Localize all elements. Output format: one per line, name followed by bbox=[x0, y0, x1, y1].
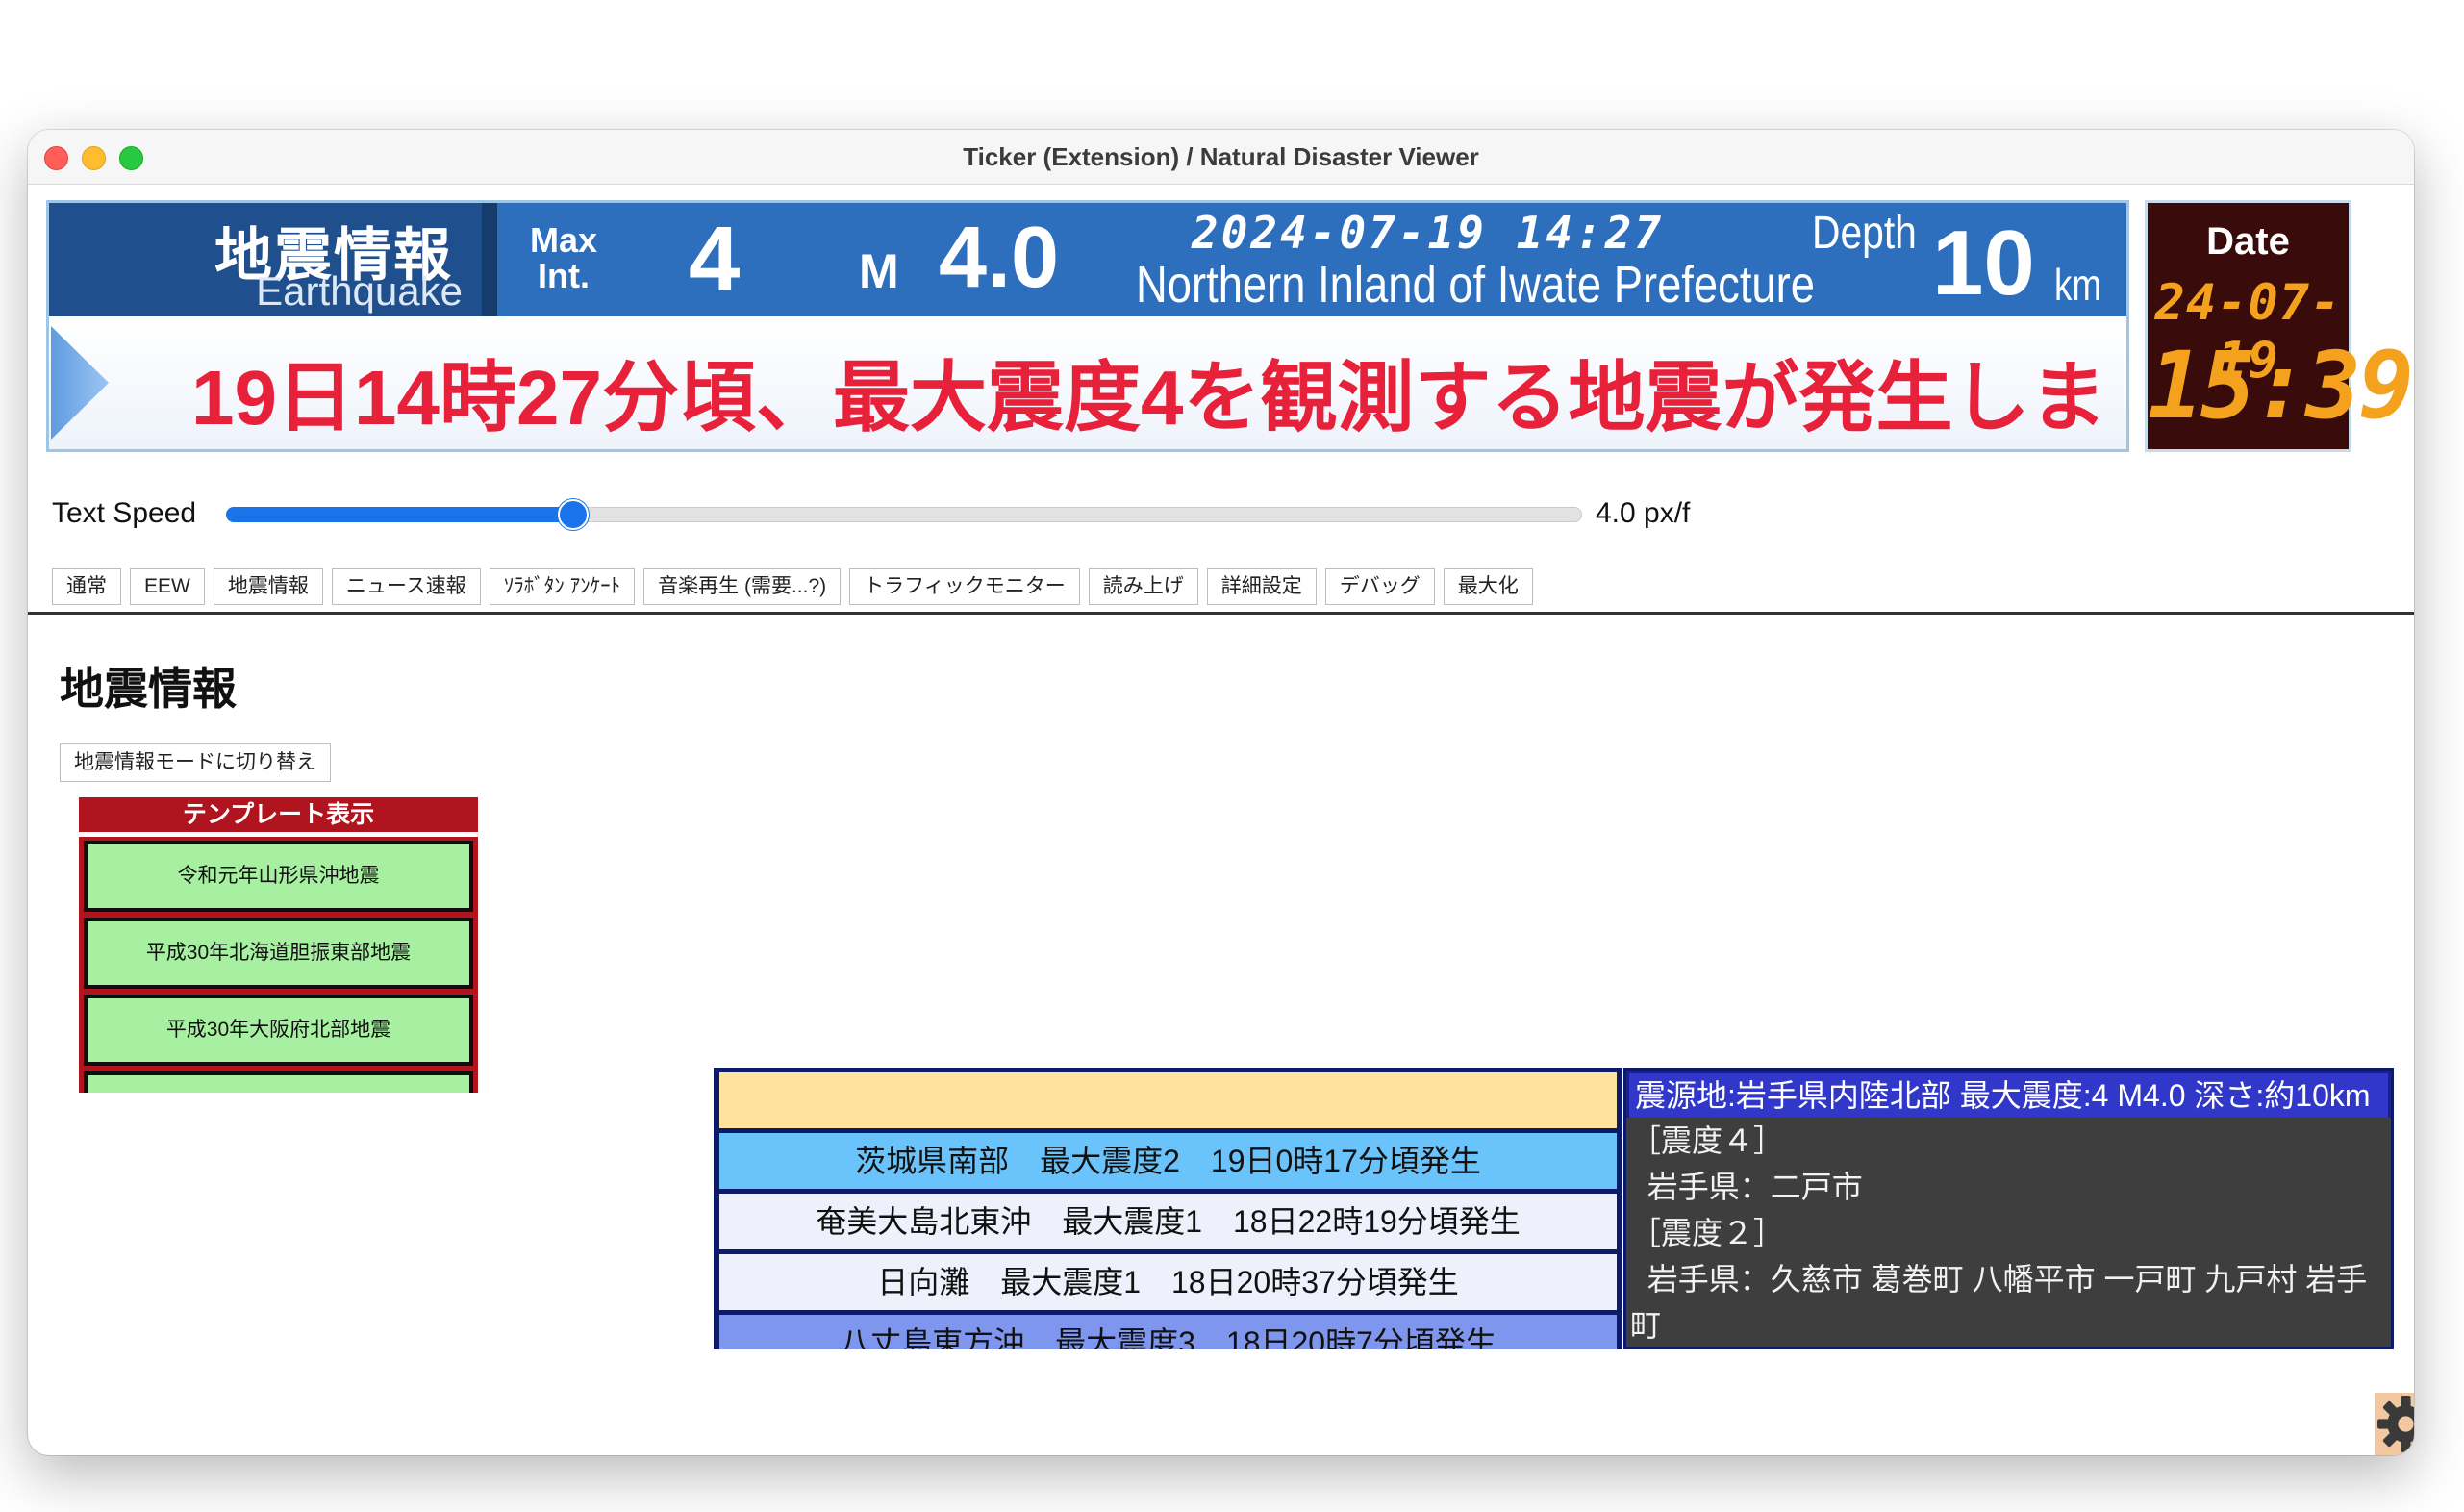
quake-list-item[interactable] bbox=[719, 1072, 1617, 1128]
app-window: Ticker (Extension) / Natural Disaster Vi… bbox=[28, 130, 2414, 1455]
depth-unit: km bbox=[2054, 260, 2102, 310]
magnitude-label: M bbox=[859, 244, 899, 298]
max-intensity-label-line1: Max bbox=[530, 220, 598, 260]
quake-detail-line: ［震度２］ bbox=[1630, 1216, 1785, 1250]
quake-detail-panel: 震源地:岩手県内陸北部 最大震度:4 M4.0 深さ:約10km ［震度４］ 岩… bbox=[1623, 1068, 2394, 1349]
earthquake-ticker: 地震情報 Earthquake Information Max Int. 4 M… bbox=[46, 200, 2129, 452]
tab-news-flash[interactable]: ニュース速報 bbox=[331, 568, 481, 605]
template-list-header: テンプレート表示 bbox=[79, 797, 478, 832]
depth-label: Depth bbox=[1812, 208, 1917, 259]
settings-button[interactable] bbox=[2375, 1393, 2414, 1455]
template-item[interactable]: 令和元年山形県沖地震 bbox=[84, 841, 473, 912]
quake-detail-line: 町 bbox=[1630, 1308, 1662, 1343]
tab-eew[interactable]: EEW bbox=[130, 568, 205, 605]
header-divider bbox=[482, 203, 497, 316]
quake-detail-line: ［震度４］ bbox=[1630, 1123, 1785, 1158]
text-speed-label: Text Speed bbox=[52, 497, 197, 529]
switch-to-earthquake-mode-button[interactable]: 地震情報モードに切り替え bbox=[60, 743, 331, 782]
recent-quake-list[interactable]: 茨城県南部 最大震度2 19日0時17分頃発生 奄美大島北東沖 最大震度1 18… bbox=[714, 1068, 1622, 1349]
date-panel: Date 24-07-19 15:39 bbox=[2145, 200, 2414, 452]
quake-list-item[interactable]: 八丈島東方沖 最大震度3 18日20時7分頃発生 bbox=[719, 1315, 1617, 1349]
play-triangle-icon bbox=[51, 326, 109, 440]
tab-read-aloud[interactable]: 読み上げ bbox=[1088, 568, 1198, 605]
window-title: Ticker (Extension) / Natural Disaster Vi… bbox=[963, 142, 1479, 171]
tab-advanced-settings[interactable]: 詳細設定 bbox=[1206, 568, 1317, 605]
ticker-scroll-area: 19日14時27分頃、最大震度4を観測する地震が発生しま bbox=[49, 316, 2126, 449]
tab-maximize[interactable]: 最大化 bbox=[1443, 568, 1533, 605]
template-list[interactable]: 令和元年山形県沖地震 平成30年北海道胆振東部地震 平成30年大阪府北部地震 bbox=[79, 837, 478, 1093]
max-intensity-value: 4 bbox=[689, 208, 741, 311]
quake-list-item[interactable]: 茨城県南部 最大震度2 19日0時17分頃発生 bbox=[719, 1133, 1617, 1189]
text-speed-slider-thumb[interactable] bbox=[558, 499, 590, 530]
tab-divider bbox=[28, 612, 2414, 615]
quake-list-item[interactable]: 奄美大島北東沖 最大震度1 18日22時19分頃発生 bbox=[719, 1194, 1617, 1249]
tab-normal[interactable]: 通常 bbox=[52, 568, 121, 605]
tab-music-playback[interactable]: 音楽再生 (需要...?) bbox=[643, 568, 842, 605]
max-intensity-label-line2: Int. bbox=[538, 256, 590, 295]
depth-value: 10 bbox=[1932, 212, 2035, 315]
quake-detail-line: 岩手県：久慈市 葛巻町 八幡平市 一戸町 九戸村 岩手 bbox=[1630, 1262, 2368, 1297]
quake-detail-line: 岩手県：二戸市 bbox=[1630, 1170, 1863, 1204]
template-item[interactable]: 平成30年大阪府北部地震 bbox=[84, 995, 473, 1066]
tab-traffic-monitor[interactable]: トラフィックモニター bbox=[849, 568, 1080, 605]
tab-sorabotan-survey[interactable]: ｿﾗﾎﾞﾀﾝ ｱﾝｹｰﾄ bbox=[489, 568, 636, 605]
time-value: 15:39 bbox=[2148, 332, 2414, 440]
ticker-header: 地震情報 Earthquake Information Max Int. 4 M… bbox=[49, 203, 2126, 360]
section-title: 地震情報 bbox=[60, 664, 237, 714]
ticker-scroll-text: 19日14時27分頃、最大震度4を観測する地震が発生しま bbox=[191, 355, 2107, 441]
tab-debug[interactable]: デバッグ bbox=[1324, 568, 1435, 605]
title-bar: Ticker (Extension) / Natural Disaster Vi… bbox=[28, 130, 2414, 185]
quake-datetime: 2024-07-19 14:27 bbox=[1192, 207, 1665, 259]
template-item[interactable]: 平成30年北海道胆振東部地震 bbox=[84, 918, 473, 989]
magnitude-value: 4.0 bbox=[939, 210, 1060, 306]
quake-list-item[interactable]: 日向灘 最大震度1 18日20時37分頃発生 bbox=[719, 1254, 1617, 1310]
gear-icon bbox=[2377, 1396, 2414, 1452]
template-item[interactable] bbox=[84, 1071, 473, 1093]
max-intensity-label: Max Int. bbox=[530, 222, 597, 293]
epicenter-name: Northern Inland of Iwate Prefecture bbox=[1136, 256, 1815, 314]
text-speed-slider-fill bbox=[226, 507, 572, 522]
quake-detail-header: 震源地:岩手県内陸北部 最大震度:4 M4.0 深さ:約10km bbox=[1626, 1071, 2391, 1118]
date-label: Date bbox=[2206, 220, 2290, 263]
mode-tabs: 通常 EEW 地震情報 ニュース速報 ｿﾗﾎﾞﾀﾝ ｱﾝｹｰﾄ 音楽再生 (需要… bbox=[52, 568, 1533, 607]
text-speed-value: 4.0 px/f bbox=[1596, 497, 1691, 529]
tab-earthquake-info[interactable]: 地震情報 bbox=[213, 568, 323, 605]
ticker-title-box: 地震情報 Earthquake Information bbox=[49, 203, 482, 360]
